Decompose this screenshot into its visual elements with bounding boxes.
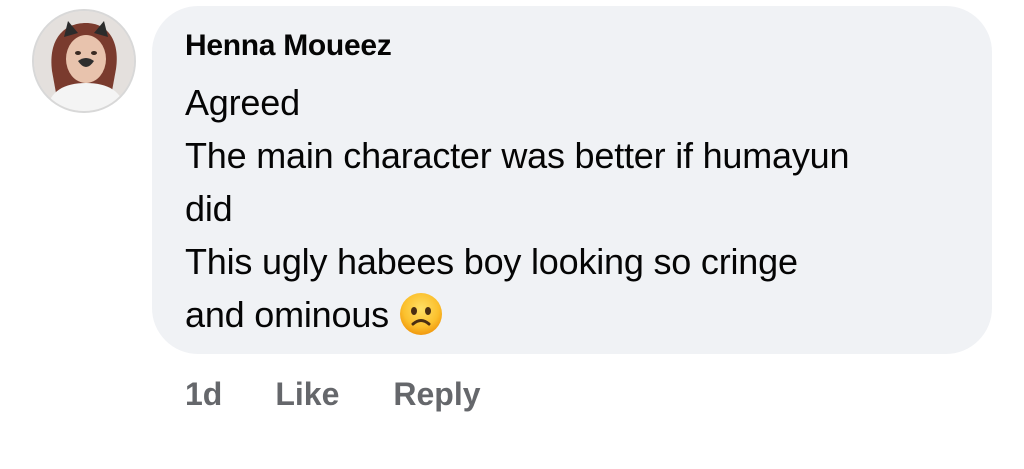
comment-line: Agreed (185, 82, 300, 123)
avatar[interactable] (32, 9, 136, 113)
reply-button[interactable]: Reply (393, 376, 480, 413)
comment-line-last: and ominous (185, 288, 975, 341)
frowning-face-emoji-icon (399, 292, 443, 336)
author-name[interactable]: Henna Moueez (185, 29, 392, 63)
comment-line: The main character was better if humayun (185, 135, 850, 176)
comment: Henna Moueez Agreed The main character w… (0, 0, 1024, 469)
timestamp[interactable]: 1d (185, 376, 222, 413)
comment-actions: 1d Like Reply (185, 372, 481, 416)
avatar-image (34, 11, 134, 111)
comment-text: Agreed The main character was better if … (185, 76, 975, 341)
like-button[interactable]: Like (275, 376, 339, 413)
comment-line: did (185, 188, 233, 229)
comment-line: This ugly habees boy looking so cringe (185, 241, 798, 282)
comment-line: and ominous (185, 294, 389, 335)
